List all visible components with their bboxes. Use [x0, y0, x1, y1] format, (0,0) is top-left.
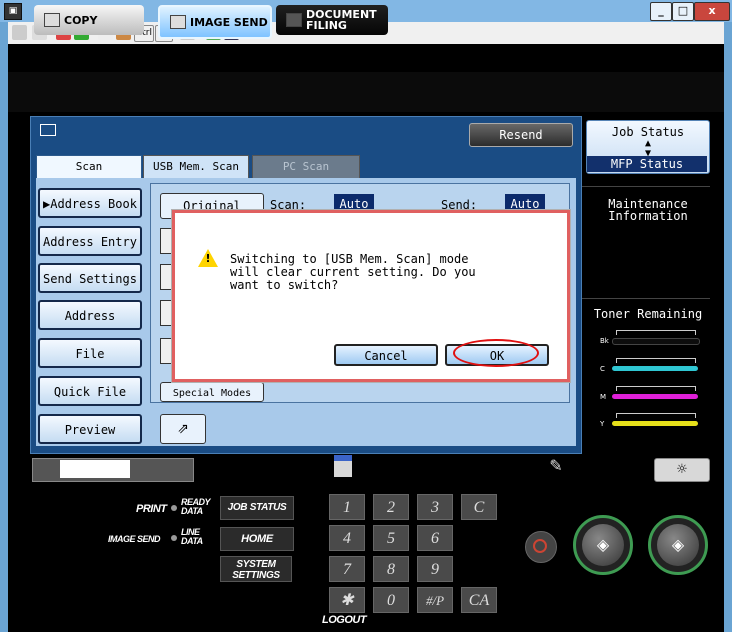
separator — [582, 186, 710, 187]
brightness-button[interactable]: ☼ — [654, 458, 710, 482]
data-label: DATA — [181, 506, 203, 516]
color-start-icon: ◈ — [657, 524, 699, 566]
start-diamond-icon: ◈ — [671, 535, 685, 554]
vnc-app-icon[interactable]: ▣ — [4, 3, 22, 20]
tab-document-filing-label: DOCUMENT FILING — [306, 9, 377, 31]
toner-scale — [616, 386, 696, 391]
toner-remaining-title: Toner Remaining — [593, 307, 703, 321]
document-filing-icon — [286, 13, 302, 27]
send-export-icon[interactable]: ⇗ — [160, 414, 206, 444]
key-7[interactable]: 7 — [329, 556, 365, 582]
doc-filing-line2: FILING — [306, 19, 347, 32]
tab-document-filing[interactable]: DOCUMENT FILING — [276, 5, 388, 35]
tab-image-send-label: IMAGE SEND — [190, 15, 268, 29]
key-9[interactable]: 9 — [417, 556, 453, 582]
toner-bar-c — [612, 366, 698, 371]
subtab-pc-scan: PC Scan — [252, 155, 360, 179]
options-icon[interactable] — [12, 25, 27, 40]
start-diamond-icon: ◈ — [596, 535, 610, 554]
ready-data-labels: READY DATA — [181, 498, 211, 516]
toner-bar-y — [612, 421, 698, 426]
tab-copy[interactable]: COPY — [34, 5, 144, 35]
line-led — [171, 535, 177, 541]
key-1[interactable]: 1 — [329, 494, 365, 520]
key-clear-all[interactable]: CA — [461, 587, 497, 613]
toner-scale — [616, 330, 696, 335]
system-settings-line1: SYSTEM — [236, 559, 276, 570]
image-send-label: IMAGE SEND — [108, 534, 161, 544]
toner-scale — [616, 358, 696, 363]
key-8[interactable]: 8 — [373, 556, 409, 582]
key-5[interactable]: 5 — [373, 525, 409, 551]
address-book-button[interactable]: ▶Address Book — [38, 188, 142, 218]
ok-highlight-ellipse — [453, 339, 539, 367]
minimize-button[interactable]: _ — [650, 2, 672, 21]
mode-tab-bar — [8, 72, 724, 112]
file-button[interactable]: File — [38, 338, 142, 368]
send-settings-button[interactable]: Send Settings — [38, 263, 142, 293]
close-button[interactable]: x — [694, 2, 730, 21]
toner-label-y: Y — [600, 420, 605, 428]
key-4[interactable]: 4 — [329, 525, 365, 551]
image-send-icon — [170, 15, 186, 29]
logout-label[interactable]: LOGOUT — [322, 614, 367, 626]
ready-led — [171, 505, 177, 511]
job-status-hw-button[interactable]: JOB STATUS — [220, 496, 294, 520]
scanner-icon — [334, 455, 352, 477]
resend-button[interactable]: Resend — [469, 123, 573, 147]
key-6[interactable]: 6 — [417, 525, 453, 551]
key-clear[interactable]: C — [461, 494, 497, 520]
data-label-2: DATA — [181, 536, 203, 546]
maximize-button[interactable]: □ — [672, 2, 694, 21]
mfp-status-label: MFP Status — [587, 156, 707, 172]
separator — [582, 298, 710, 299]
key-program[interactable]: #/P — [417, 587, 453, 613]
copy-icon — [44, 13, 60, 27]
envelope-icon — [40, 124, 56, 136]
address-review-button[interactable]: Address Review — [38, 300, 142, 352]
job-status-label: Job Status — [611, 125, 685, 139]
key-asterisk[interactable]: ✱ — [329, 587, 365, 613]
maintenance-information-button[interactable]: Maintenance Information — [586, 198, 710, 222]
key-3[interactable]: 3 — [417, 494, 453, 520]
dialog-message: Switching to [USB Mem. Scan] mode will c… — [230, 252, 476, 292]
subtab-scan[interactable]: Scan — [36, 155, 142, 179]
toner-bar-bk — [612, 338, 700, 345]
system-settings-line2: SETTINGS — [232, 570, 280, 581]
black-start-icon: ◈ — [582, 524, 624, 566]
line-data-labels: LINE DATA — [181, 528, 203, 546]
toner-label-bk: Bk — [600, 337, 609, 345]
progress-fill — [60, 460, 130, 478]
quick-file-button[interactable]: Quick File — [38, 376, 142, 406]
home-button[interactable]: HOME — [220, 527, 294, 551]
preview-button[interactable]: Preview — [38, 414, 142, 444]
toner-label-m: M — [600, 393, 607, 401]
print-label: PRINT — [136, 503, 167, 515]
key-2[interactable]: 2 — [373, 494, 409, 520]
toner-bar-m — [612, 394, 698, 399]
cancel-button[interactable]: Cancel — [334, 344, 438, 366]
tab-image-send[interactable]: IMAGE SEND — [158, 5, 272, 39]
tab-copy-label: COPY — [64, 13, 98, 27]
maintenance-tool-icon[interactable]: ✎ — [546, 455, 566, 477]
stop-icon — [533, 539, 547, 553]
key-0[interactable]: 0 — [373, 587, 409, 613]
toner-label-c: C — [600, 365, 605, 373]
subtab-usb-mem-scan[interactable]: USB Mem. Scan — [143, 155, 249, 179]
special-modes-button[interactable]: Special Modes — [160, 382, 264, 402]
warning-exclamation: ! — [205, 252, 211, 265]
system-settings-button[interactable]: SYSTEM SETTINGS — [220, 556, 292, 582]
address-entry-button[interactable]: Address Entry — [38, 226, 142, 256]
toner-scale — [616, 413, 696, 418]
